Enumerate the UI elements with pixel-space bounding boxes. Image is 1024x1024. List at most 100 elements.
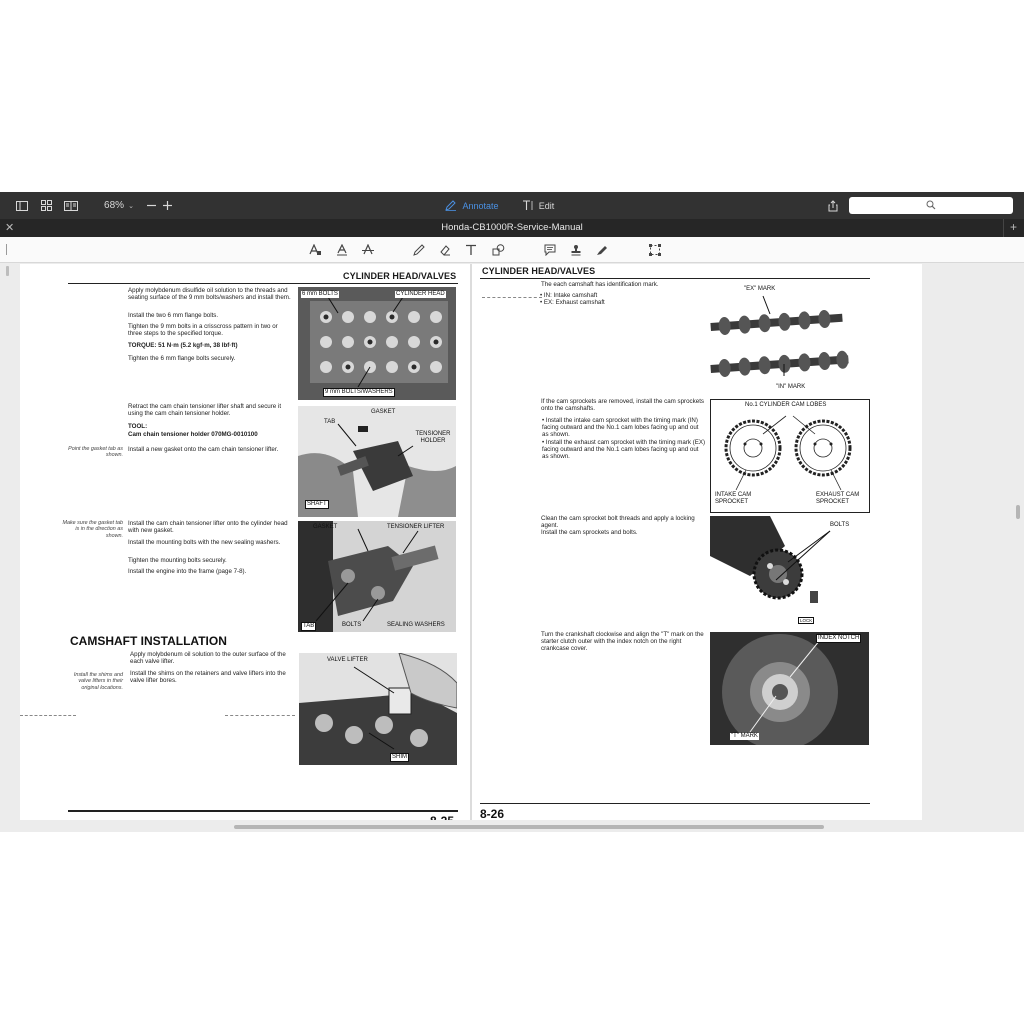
sidebar-toggle-icon[interactable] xyxy=(14,192,30,219)
figure-label: GASKET xyxy=(313,524,338,530)
cam-sprocket-diagram: No.1 CYLINDER CAM LOBES INTAKE CAM SPROC… xyxy=(710,399,870,513)
figure-label: TAB xyxy=(324,419,336,425)
annotate-button[interactable]: Annotate xyxy=(442,192,502,219)
dashed-separator xyxy=(482,297,542,298)
figure-label: BOLTS xyxy=(342,622,362,628)
stamp-icon[interactable] xyxy=(567,241,585,259)
text-strikethrough-icon[interactable] xyxy=(359,241,377,259)
paragraph: Install the cam sprockets and bolts. xyxy=(541,529,638,536)
two-page-view-icon[interactable] xyxy=(62,192,80,219)
figure-label: 9 mm BOLTS/WASHERS xyxy=(323,388,395,397)
figure-label: TENSIONER HOLDER xyxy=(415,431,451,444)
text-underline-icon[interactable] xyxy=(333,241,351,259)
margin-note: Point the gasket tab as shown. xyxy=(68,446,123,459)
paragraph: Tighten the mounting bolts securely. xyxy=(128,557,227,564)
figure-label: SHAFT xyxy=(305,500,329,509)
document-title: Honda-CB1000R-Service-Manual xyxy=(441,222,583,233)
figure-label: TENSIONER LIFTER xyxy=(387,524,445,530)
bullet-text: EX: Exhaust camshaft xyxy=(543,299,605,306)
selection-icon[interactable] xyxy=(646,241,664,259)
zoom-in-button[interactable] xyxy=(161,192,173,219)
figure-label: BOLTS xyxy=(830,522,850,528)
paragraph: Install the shims on the retainers and v… xyxy=(130,670,286,685)
paragraph: Retract the cam chain tensioner lifter s… xyxy=(128,403,282,418)
document-tab-bar: ✕ Honda-CB1000R-Service-Manual + xyxy=(0,219,1024,237)
camshaft-photo: "EX" MARK "IN" MARK xyxy=(708,284,870,394)
eraser-icon[interactable] xyxy=(436,241,454,259)
zoom-select[interactable]: 68% ⌄ xyxy=(98,192,140,219)
grid-view-icon[interactable] xyxy=(38,192,54,219)
section-title: CAMSHAFT INSTALLATION xyxy=(70,634,227,648)
pdf-viewer-window: 68% ⌄ Annotate Edit ✕ Honda-CB1000R-Serv… xyxy=(0,192,1024,832)
paragraph: Apply molybdenum disulfide oil solution … xyxy=(128,287,291,302)
shapes-icon[interactable] xyxy=(489,241,507,259)
dashed-separator xyxy=(20,715,76,716)
header-rule xyxy=(68,283,458,284)
footer-rule xyxy=(68,810,458,812)
figure-label: "T" MARK xyxy=(730,733,759,740)
figure-label: VALVE LIFTER xyxy=(327,657,368,663)
paragraph: Install the cam chain tensioner lifter o… xyxy=(128,520,288,535)
zoom-out-button[interactable] xyxy=(145,192,157,219)
share-icon[interactable] xyxy=(826,192,840,219)
figure-label: GASKET xyxy=(371,409,396,415)
comment-icon[interactable] xyxy=(541,241,559,259)
tab-divider xyxy=(1003,219,1004,237)
figure-label: TAB xyxy=(301,622,317,631)
text-box-icon[interactable] xyxy=(462,241,480,259)
toolbar-divider xyxy=(6,244,7,255)
figure-label: SEALING WASHERS xyxy=(387,622,445,628)
margin-note: Install the shims and valve lifters in t… xyxy=(73,672,123,691)
page-number: 8-25 xyxy=(430,814,454,820)
tensioner-holder-photo: GASKET TAB TENSIONER HOLDER SHAFT xyxy=(298,406,456,517)
figure-label: INTAKE CAM SPROCKET xyxy=(715,492,752,505)
figure-label: No.1 CYLINDER CAM LOBES xyxy=(745,402,827,408)
main-toolbar: 68% ⌄ Annotate Edit xyxy=(0,192,1024,219)
figure-label: INDEX NOTCH xyxy=(816,634,862,643)
bullet-item: • EX: Exhaust camshaft xyxy=(540,299,605,306)
figure-label: SHIM xyxy=(390,753,409,762)
page-header: CYLINDER HEAD/VALVES xyxy=(343,271,457,281)
cylinder-head-photo: 6 mm BOLTS CYLINDER HEAD 9 mm BOLTS/WASH… xyxy=(298,287,456,400)
text-cursor-icon xyxy=(522,200,533,210)
torque-spec: TORQUE: 51 N·m (5.2 kgf·m, 38 lbf·ft) xyxy=(128,342,238,349)
signature-icon[interactable] xyxy=(593,241,611,259)
paragraph: Install a new gasket onto the cam chain … xyxy=(128,446,279,453)
edit-label: Edit xyxy=(538,200,555,211)
paragraph: Install the two 6 mm flange bolts. xyxy=(128,312,219,319)
header-rule xyxy=(480,278,870,279)
paragraph: Install the mounting bolts with the new … xyxy=(128,539,281,546)
figure-label: "IN" MARK xyxy=(776,384,806,390)
figure-label: 6 mm BOLTS xyxy=(301,291,339,298)
tool-spec: Cam chain tensioner holder 070MG-0010100 xyxy=(128,431,258,438)
pencil-icon[interactable] xyxy=(410,241,428,259)
tensioner-lifter-photo: GASKET TENSIONER LIFTER TAB BOLTS SEALIN… xyxy=(298,521,456,632)
tool-header: TOOL: xyxy=(128,423,148,430)
paragraph: Clean the cam sprocket bolt threads and … xyxy=(541,515,695,530)
bullet-text: Install the intake cam sprocket with the… xyxy=(542,417,699,439)
figure-label: EXHAUST CAM SPROCKET xyxy=(816,492,860,505)
cam-sprocket-bolts-photo: BOLTS LOCK xyxy=(710,516,870,628)
page-header: CYLINDER HEAD/VALVES xyxy=(482,266,596,276)
edit-button[interactable]: Edit xyxy=(520,192,556,219)
text-highlight-icon[interactable] xyxy=(306,241,324,259)
vertical-scrollbar[interactable] xyxy=(1016,505,1020,519)
new-tab-icon[interactable]: + xyxy=(1010,220,1017,234)
page-8-26: CYLINDER HEAD/VALVES The each camshaft h… xyxy=(472,264,922,820)
bullet-text: IN: Intake camshaft xyxy=(543,292,598,299)
left-scroll-indicator[interactable] xyxy=(6,266,9,276)
paragraph: Tighten the 6 mm flange bolts securely. xyxy=(128,355,236,362)
document-canvas[interactable]: CYLINDER HEAD/VALVES Apply molybdenum di… xyxy=(0,264,1024,832)
page-number: 8-26 xyxy=(480,807,505,820)
annotate-label: Annotate xyxy=(462,200,499,211)
bullet-item: • Install the intake cam sprocket with t… xyxy=(542,417,699,439)
paragraph: Turn the crankshaft clockwise and align … xyxy=(541,631,704,653)
search-input[interactable] xyxy=(849,197,1013,214)
bullet-text: Install the exhaust cam sprocket with th… xyxy=(542,439,706,461)
zoom-value: 68% xyxy=(104,200,125,211)
horizontal-scrollbar[interactable] xyxy=(234,825,824,829)
starter-clutch-photo: INDEX NOTCH "T" MARK xyxy=(710,632,869,745)
pen-icon xyxy=(445,200,457,211)
chevron-down-icon: ⌄ xyxy=(128,202,134,210)
search-icon xyxy=(926,200,936,210)
